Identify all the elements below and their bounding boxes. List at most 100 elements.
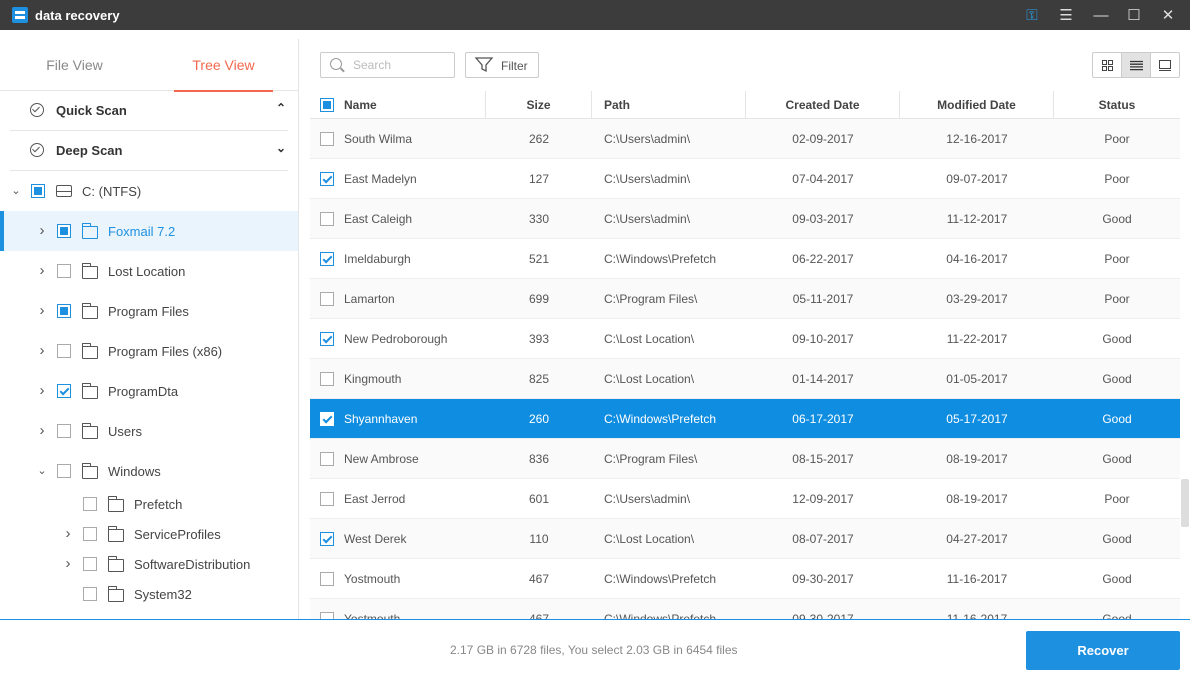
- expand-right-icon[interactable]: ›: [36, 223, 48, 238]
- chevron-down-icon[interactable]: ⌄: [276, 141, 286, 155]
- cell-status: Poor: [1104, 132, 1130, 146]
- table-scrollbar[interactable]: [1180, 119, 1190, 619]
- column-status[interactable]: Status: [1054, 91, 1180, 119]
- tree-checkbox[interactable]: [83, 497, 97, 511]
- search-input[interactable]: [353, 56, 448, 74]
- expand-down-icon[interactable]: ⌄: [36, 465, 48, 477]
- tree-checkbox[interactable]: [83, 527, 97, 541]
- row-checkbox[interactable]: [320, 372, 334, 386]
- row-checkbox[interactable]: [320, 452, 334, 466]
- chevron-up-icon[interactable]: ⌃: [276, 101, 286, 115]
- tree-checkbox[interactable]: [57, 384, 71, 398]
- search-icon: [330, 58, 342, 70]
- recover-button[interactable]: Recover: [1026, 631, 1180, 670]
- tree-checkbox[interactable]: [57, 344, 71, 358]
- column-created-date[interactable]: Created Date: [746, 91, 900, 119]
- tree-item-folder[interactable]: ⌄ Windows: [0, 451, 298, 491]
- minimize-icon[interactable]: —: [1090, 4, 1112, 26]
- column-size[interactable]: Size: [486, 91, 592, 119]
- select-all-checkbox[interactable]: [320, 98, 334, 112]
- expand-right-icon[interactable]: ›: [36, 303, 48, 318]
- tree-item-label: ServiceProfiles: [134, 527, 221, 542]
- column-path[interactable]: Path: [592, 91, 746, 119]
- tree-item-label: Users: [108, 424, 142, 439]
- tree-item-drive[interactable]: ⌄ C: (NTFS): [0, 171, 298, 211]
- table-row[interactable]: West Derek 110 C:\Lost Location\ 08-07-2017…: [310, 519, 1180, 559]
- table-row[interactable]: East Caleigh 330 C:\Users\admin\ 09-03-2017…: [310, 199, 1180, 239]
- maximize-icon[interactable]: ☐: [1123, 4, 1145, 26]
- deep-scan-row[interactable]: Deep Scan ⌄: [10, 131, 288, 171]
- table-row[interactable]: Yostmouth 467 C:\Windows\Prefetch 09-30-201…: [310, 599, 1180, 619]
- tree-item-folder[interactable]: › Program Files (x86): [0, 331, 298, 371]
- expand-right-icon[interactable]: ›: [62, 556, 74, 571]
- expand-right-icon[interactable]: ›: [36, 263, 48, 278]
- sidebar: File View Tree View Quick Scan ⌃ Deep Scan…: [0, 39, 299, 619]
- tree-checkbox[interactable]: [83, 557, 97, 571]
- tree-checkbox[interactable]: [57, 424, 71, 438]
- row-checkbox[interactable]: [320, 172, 334, 186]
- filter-button[interactable]: Filter: [465, 52, 539, 78]
- tree-checkbox[interactable]: [31, 184, 45, 198]
- row-checkbox[interactable]: [320, 212, 334, 226]
- grid-view-icon[interactable]: [1093, 53, 1122, 77]
- row-checkbox[interactable]: [320, 492, 334, 506]
- table-row[interactable]: Lamarton 699 C:\Program Files\ 05-11-2017 03…: [310, 279, 1180, 319]
- column-name[interactable]: Name: [310, 91, 486, 119]
- cell-created-date: 09-30-2017: [792, 612, 854, 619]
- tree-checkbox[interactable]: [57, 224, 71, 238]
- close-icon[interactable]: ✕: [1157, 4, 1179, 26]
- table-row[interactable]: New Pedroborough 393 C:\Lost Location\ 09-1…: [310, 319, 1180, 359]
- scrollbar-thumb[interactable]: [1181, 479, 1189, 527]
- expand-right-icon[interactable]: ›: [36, 423, 48, 438]
- expand-right-icon[interactable]: ›: [62, 526, 74, 541]
- tree-item-subfolder[interactable]: Prefetch: [0, 489, 298, 519]
- row-checkbox[interactable]: [320, 412, 334, 426]
- tree-item-folder[interactable]: › Users: [0, 411, 298, 451]
- column-modified-date[interactable]: Modified Date: [900, 91, 1054, 119]
- tree-item-subfolder[interactable]: System32: [0, 579, 298, 609]
- key-icon[interactable]: ⚿: [1021, 4, 1043, 26]
- cell-path: C:\Windows\Prefetch: [604, 612, 717, 619]
- row-checkbox[interactable]: [320, 132, 334, 146]
- tree-checkbox[interactable]: [83, 587, 97, 601]
- table-row[interactable]: New Ambrose 836 C:\Program Files\ 08-15-201…: [310, 439, 1180, 479]
- table-row[interactable]: South Wilma 262 C:\Users\admin\ 02-09-2017 1…: [310, 119, 1180, 159]
- expand-right-icon[interactable]: ›: [36, 383, 48, 398]
- cell-status: Poor: [1104, 172, 1130, 186]
- tree-checkbox[interactable]: [57, 304, 71, 318]
- row-checkbox[interactable]: [320, 572, 334, 586]
- tree-item-subfolder[interactable]: › SoftwareDistribution: [0, 549, 298, 579]
- table-row[interactable]: Shyannhaven 260 C:\Windows\Prefetch 06-17-2…: [310, 399, 1180, 439]
- table-row[interactable]: Yostmouth 467 C:\Windows\Prefetch 09-30-201…: [310, 559, 1180, 599]
- search-box[interactable]: [320, 52, 455, 78]
- expand-right-icon[interactable]: ›: [36, 343, 48, 358]
- row-checkbox[interactable]: [320, 612, 334, 619]
- preview-view-icon[interactable]: [1151, 53, 1179, 77]
- cell-modified-date: 11-12-2017: [946, 212, 1008, 226]
- row-checkbox[interactable]: [320, 332, 334, 346]
- tree-item-label: System32: [134, 587, 192, 602]
- list-view-icon[interactable]: [1122, 53, 1151, 77]
- tree-item-folder[interactable]: › Foxmail 7.2: [0, 211, 298, 251]
- row-checkbox[interactable]: [320, 292, 334, 306]
- quick-scan-row[interactable]: Quick Scan ⌃: [10, 91, 288, 131]
- tab-file-view[interactable]: File View: [0, 39, 149, 91]
- tree-checkbox[interactable]: [57, 264, 71, 278]
- cell-size: 836: [528, 452, 550, 466]
- row-checkbox[interactable]: [320, 252, 334, 266]
- cell-name: Shyannhaven: [344, 412, 418, 426]
- table-row[interactable]: East Madelyn 127 C:\Users\admin\ 07-04-2017…: [310, 159, 1180, 199]
- tree-item-folder[interactable]: › Program Files: [0, 291, 298, 331]
- tab-tree-view[interactable]: Tree View: [149, 39, 298, 92]
- tree-item-folder[interactable]: › Lost Location: [0, 251, 298, 291]
- table-row[interactable]: East Jerrod 601 C:\Users\admin\ 12-09-2017 0…: [310, 479, 1180, 519]
- table-row[interactable]: Imeldaburgh 521 C:\Windows\Prefetch 06-22-2…: [310, 239, 1180, 279]
- tree-checkbox[interactable]: [57, 464, 71, 478]
- expand-down-icon[interactable]: ⌄: [10, 185, 22, 197]
- table-row[interactable]: Kingmouth 825 C:\Lost Location\ 01-14-2017 0…: [310, 359, 1180, 399]
- row-checkbox[interactable]: [320, 532, 334, 546]
- tree-item-label: Program Files: [108, 304, 189, 319]
- tree-item-subfolder[interactable]: › ServiceProfiles: [0, 519, 298, 549]
- menu-icon[interactable]: ☰: [1055, 4, 1077, 26]
- tree-item-folder[interactable]: › ProgramDta: [0, 371, 298, 411]
